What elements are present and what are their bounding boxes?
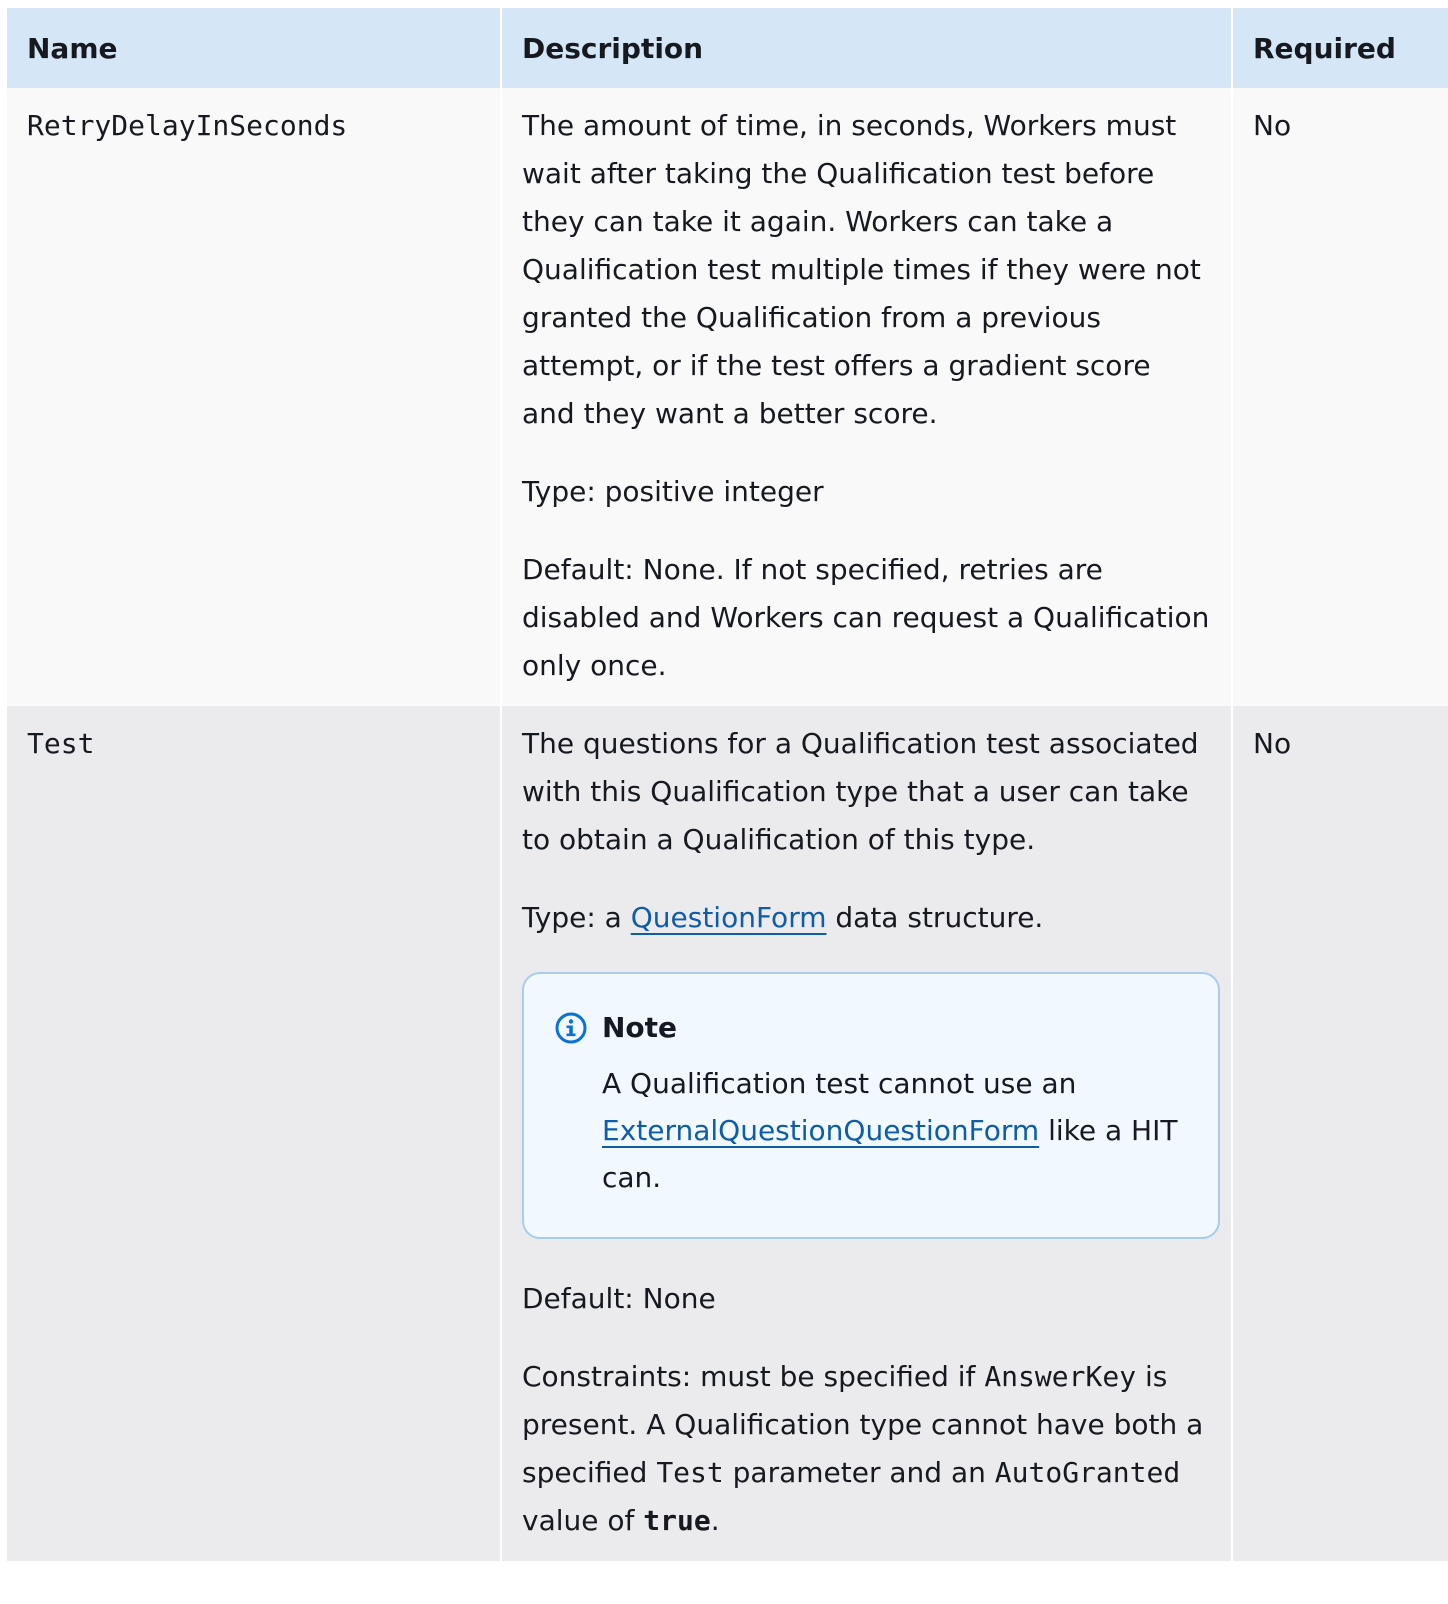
param-default: Default: None: [522, 1282, 716, 1315]
param-name-cell: RetryDelayInSeconds: [7, 88, 502, 706]
param-description: The questions for a Qualification test a…: [522, 727, 1199, 856]
param-default: Default: None. If not specified, retries…: [522, 553, 1210, 682]
test-code: Test: [656, 1456, 724, 1489]
constraints-text-5: .: [710, 1504, 720, 1537]
param-name-cell: Test: [7, 706, 502, 1561]
param-description-cell: The amount of time, in seconds, Workers …: [501, 88, 1233, 706]
table-header-row: Name Description Required: [7, 8, 1448, 88]
constraints-text-4: value of: [522, 1504, 644, 1537]
column-header-required: Required: [1232, 8, 1448, 88]
note-callout: Note A Qualification test cannot use an …: [522, 972, 1220, 1239]
note-body: A Qualification test cannot use an Exter…: [602, 1060, 1178, 1201]
note-title: Note: [602, 1011, 678, 1044]
table-row: Test The questions for a Qualification t…: [7, 706, 1448, 1561]
param-required-cell: No: [1232, 88, 1448, 706]
param-required: No: [1253, 727, 1292, 760]
param-description-cell: The questions for a Qualification test a…: [501, 706, 1233, 1561]
column-header-description: Description: [501, 8, 1233, 88]
parameters-table: Name Description Required RetryDelayInSe…: [7, 8, 1448, 1561]
constraints-text-1: Constraints: must be specified if: [522, 1360, 985, 1393]
type-suffix: data structure.: [826, 901, 1044, 934]
externalquestion-link[interactable]: ExternalQuestionQuestionForm: [602, 1114, 1039, 1147]
param-description: The amount of time, in seconds, Workers …: [522, 109, 1201, 430]
param-required: No: [1253, 109, 1292, 142]
questionform-link[interactable]: QuestionForm: [631, 901, 827, 934]
param-type: Type: a QuestionForm data structure.: [522, 894, 1211, 942]
param-required-cell: No: [1232, 706, 1448, 1561]
param-name: Test: [27, 727, 95, 760]
parameters-table-container: Name Description Required RetryDelayInSe…: [7, 8, 1448, 1561]
column-header-name: Name: [7, 8, 502, 88]
note-header: Note: [554, 1006, 1178, 1050]
constraints-text-3: parameter and an: [723, 1456, 995, 1489]
info-icon: [555, 1012, 587, 1044]
note-spacer: [522, 1239, 1211, 1275]
param-name: RetryDelayInSeconds: [27, 109, 348, 142]
true-code: true: [643, 1504, 711, 1537]
note-text-prefix: A Qualification test cannot use an: [602, 1067, 1077, 1100]
autogranted-code: AutoGranted: [994, 1456, 1181, 1489]
answerkey-code: AnswerKey: [984, 1360, 1137, 1393]
param-type: Type: positive integer: [522, 475, 824, 508]
param-constraints: Constraints: must be specified if Answer…: [522, 1353, 1211, 1545]
table-row: RetryDelayInSeconds The amount of time, …: [7, 88, 1448, 706]
type-prefix: Type: a: [522, 901, 631, 934]
